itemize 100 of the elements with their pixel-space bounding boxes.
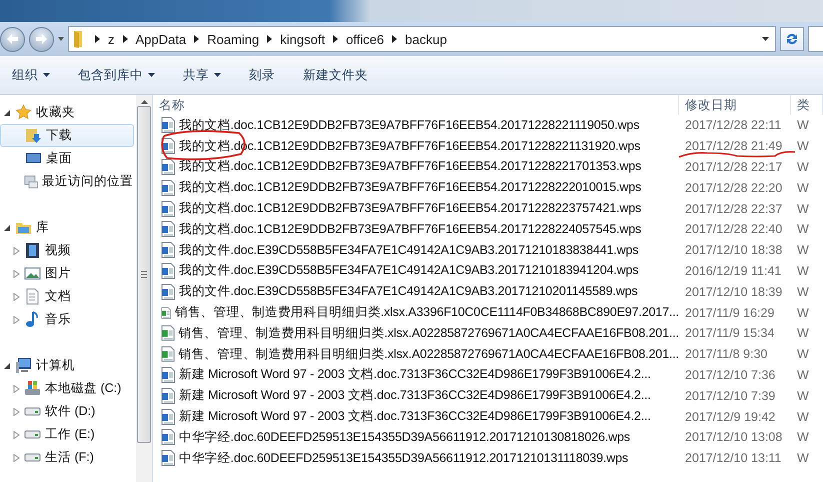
file-name[interactable]: 中华字经.doc.60DEEFD259513E154355D39A56611912.20171210131118039.wps	[179, 450, 628, 467]
back-button[interactable]	[0, 26, 25, 52]
nav-item[interactable]: 视频	[0, 239, 134, 262]
file-name[interactable]: 销售、管理、制造费用科目明细归类.xlsx.A02285872769671A0CA4ECFAAE16FB08.201...	[178, 346, 679, 363]
breadcrumb[interactable]: office6	[346, 32, 384, 46]
scroll-thumb[interactable]	[137, 106, 151, 443]
toolbar-button[interactable]: 刻录	[247, 62, 277, 88]
modified-date: 2017/12/28 21:49	[684, 139, 784, 154]
modified-date: 2017/12/10 13:11	[684, 451, 782, 466]
word-document-icon	[161, 242, 175, 258]
expand-arrow-icon[interactable]	[13, 408, 20, 416]
chevron-icon[interactable]	[194, 35, 200, 43]
toolbar-button[interactable]: 组织	[10, 62, 52, 88]
nav-item[interactable]: 工作 (E:)	[0, 423, 134, 446]
nav-item[interactable]: 最近访问的位置	[0, 170, 134, 193]
expand-arrow-icon[interactable]	[13, 246, 20, 254]
column-header[interactable]: 修改日期	[679, 95, 791, 115]
collapse-arrow-icon[interactable]	[4, 108, 11, 116]
scrollbar[interactable]	[136, 95, 152, 482]
breadcrumb[interactable]: z	[108, 32, 114, 46]
modified-date: 2017/12/10 18:39	[684, 284, 784, 299]
file-name[interactable]: 我的文档.doc.1CB12E9DDB2FB73E9A7BFF76F16EEB54.20171228224057545.wps	[179, 220, 642, 238]
dropdown-icon[interactable]	[762, 37, 769, 41]
file-name[interactable]: 新建 Microsoft Word 97 - 2003 文档.doc.7313F36CC32E4D986E1799F3B91006E4.2...	[179, 366, 651, 384]
breadcrumb[interactable]: AppData	[136, 32, 186, 46]
chevron-icon[interactable]	[267, 35, 272, 43]
chevron-icon[interactable]	[95, 35, 100, 43]
nav-item[interactable]: 文档	[0, 285, 134, 308]
address-bar[interactable]: z AppData Roaming kingsoft office6 backup	[68, 26, 776, 52]
file-name[interactable]: 我的文档.doc.1CB12E9DDB2FB73E9A7BFF76F16EEB54.20171228223757421.wps	[179, 200, 642, 218]
spreadsheet-icon	[161, 346, 175, 362]
file-name[interactable]: 我的文件.doc.E39CD558B5FE34FA7E1C49142A1C9AB3.20171210183941204.wps	[179, 262, 639, 280]
file-name[interactable]: 我的文档.doc.1CB12E9DDB2FB73E9A7BFF76F16EEB54.20171228221701353.wps	[179, 158, 642, 176]
modified-date: 2017/12/10 18:38	[684, 243, 784, 258]
nav-item[interactable]: 收藏夹	[0, 101, 134, 124]
chevron-icon[interactable]	[392, 35, 398, 43]
expand-arrow-icon[interactable]	[13, 292, 20, 300]
file-name[interactable]: 新建 Microsoft Word 97 - 2003 文档.doc.7313F36CC32E4D986E1799F3B91006E4.2...	[179, 387, 651, 404]
toolbar-button[interactable]: 共享	[181, 62, 223, 88]
file-name[interactable]: 我的文件.doc.E39CD558B5FE34FA7E1C49142A1C9AB3.20171210201145589.wps	[179, 283, 638, 300]
breadcrumb[interactable]: Roaming	[207, 32, 260, 46]
word-document-icon	[161, 388, 175, 404]
refresh-button[interactable]	[780, 27, 804, 51]
nav-item[interactable]: 音乐	[0, 308, 134, 331]
drive-icon	[24, 453, 41, 462]
breadcrumb[interactable]: backup	[405, 32, 447, 46]
column-header[interactable]: 类	[791, 95, 823, 115]
chevron-icon[interactable]	[122, 35, 128, 43]
file-type: W	[796, 264, 810, 278]
expand-arrow-icon[interactable]	[13, 430, 20, 438]
expand-arrow-icon[interactable]	[13, 454, 20, 462]
expand-arrow-icon[interactable]	[13, 270, 20, 278]
file-name[interactable]: 新建 Microsoft Word 97 - 2003 文档.doc.7313F36CC32E4D986E1799F3B91006E4.2...	[179, 408, 651, 426]
nav-item[interactable]: 桌面	[0, 147, 134, 170]
nav-item[interactable]: 软件 (D:)	[0, 400, 134, 423]
modified-date: 2017/12/28 22:17	[684, 160, 784, 174]
modified-date: 2017/12/10 7:36	[684, 368, 776, 382]
word-document-icon	[161, 366, 175, 383]
nav-item[interactable]: 图片	[0, 262, 134, 285]
collapse-arrow-icon[interactable]	[4, 362, 11, 370]
forward-button[interactable]	[29, 26, 54, 52]
file-name[interactable]: 我的文件.doc.E39CD558B5FE34FA7E1C49142A1C9AB3.20171210183838441.wps	[179, 242, 639, 259]
search-field[interactable]	[808, 26, 823, 52]
system-drive-icon	[24, 380, 41, 397]
file-type: W	[796, 243, 810, 258]
toolbar-button[interactable]: 包含到库中	[76, 62, 157, 88]
nav-item[interactable]: 库	[0, 216, 134, 239]
modified-date: 2017/12/28 22:20	[684, 180, 784, 195]
scroll-up-icon[interactable]	[140, 100, 148, 104]
file-type: W	[796, 180, 810, 195]
nav-item[interactable]: 计算机	[0, 354, 134, 377]
nav-item[interactable]: 生活 (F:)	[0, 446, 134, 469]
nav-item[interactable]: 下载	[0, 124, 134, 147]
chevron-icon[interactable]	[332, 35, 338, 43]
file-type: W	[796, 306, 810, 320]
expand-arrow-icon[interactable]	[13, 384, 20, 392]
computer-icon	[15, 357, 32, 374]
spreadsheet-icon	[161, 325, 175, 342]
history-dropdown-icon[interactable]	[58, 37, 64, 41]
breadcrumb[interactable]: kingsoft	[280, 32, 325, 46]
drive-icon	[24, 407, 41, 416]
file-name[interactable]: 我的文档.doc.1CB12E9DDB2FB73E9A7BFF76F16EEB54.20171228221119050.wps	[179, 116, 640, 134]
file-name[interactable]: 中华字经.doc.60DEEFD259513E154355D39A56611912.20171210130818026.wps	[179, 428, 630, 446]
file-name[interactable]: 销售、管理、制造费用科目明细归类.xlsx.A02285872769671A0CA4ECFAAE16FB08.201...	[178, 324, 679, 342]
picture-icon	[24, 265, 41, 282]
file-name[interactable]: 销售、管理、制造费用科目明细归类.xlsx.A3396F10C0CE1114F0B34868BC890E97.2017...	[175, 304, 679, 322]
word-document-icon	[161, 221, 175, 238]
file-type: W	[796, 284, 810, 299]
column-header[interactable]: 名称	[153, 95, 679, 115]
nav-item[interactable]: 本地磁盘 (C:)	[0, 377, 134, 400]
toolbar-button[interactable]: 新建文件夹	[301, 62, 370, 88]
file-type: W	[796, 430, 810, 444]
film-icon	[24, 242, 41, 259]
collapse-arrow-icon[interactable]	[4, 224, 11, 232]
file-type: W	[796, 118, 810, 132]
word-document-icon	[161, 117, 175, 134]
file-name[interactable]: 我的文档.doc.1CB12E9DDB2FB73E9A7BFF76F16EEB54.20171228222010015.wps	[179, 179, 642, 196]
caret-icon	[148, 73, 155, 77]
word-document-icon	[161, 262, 175, 279]
expand-arrow-icon[interactable]	[13, 316, 20, 324]
